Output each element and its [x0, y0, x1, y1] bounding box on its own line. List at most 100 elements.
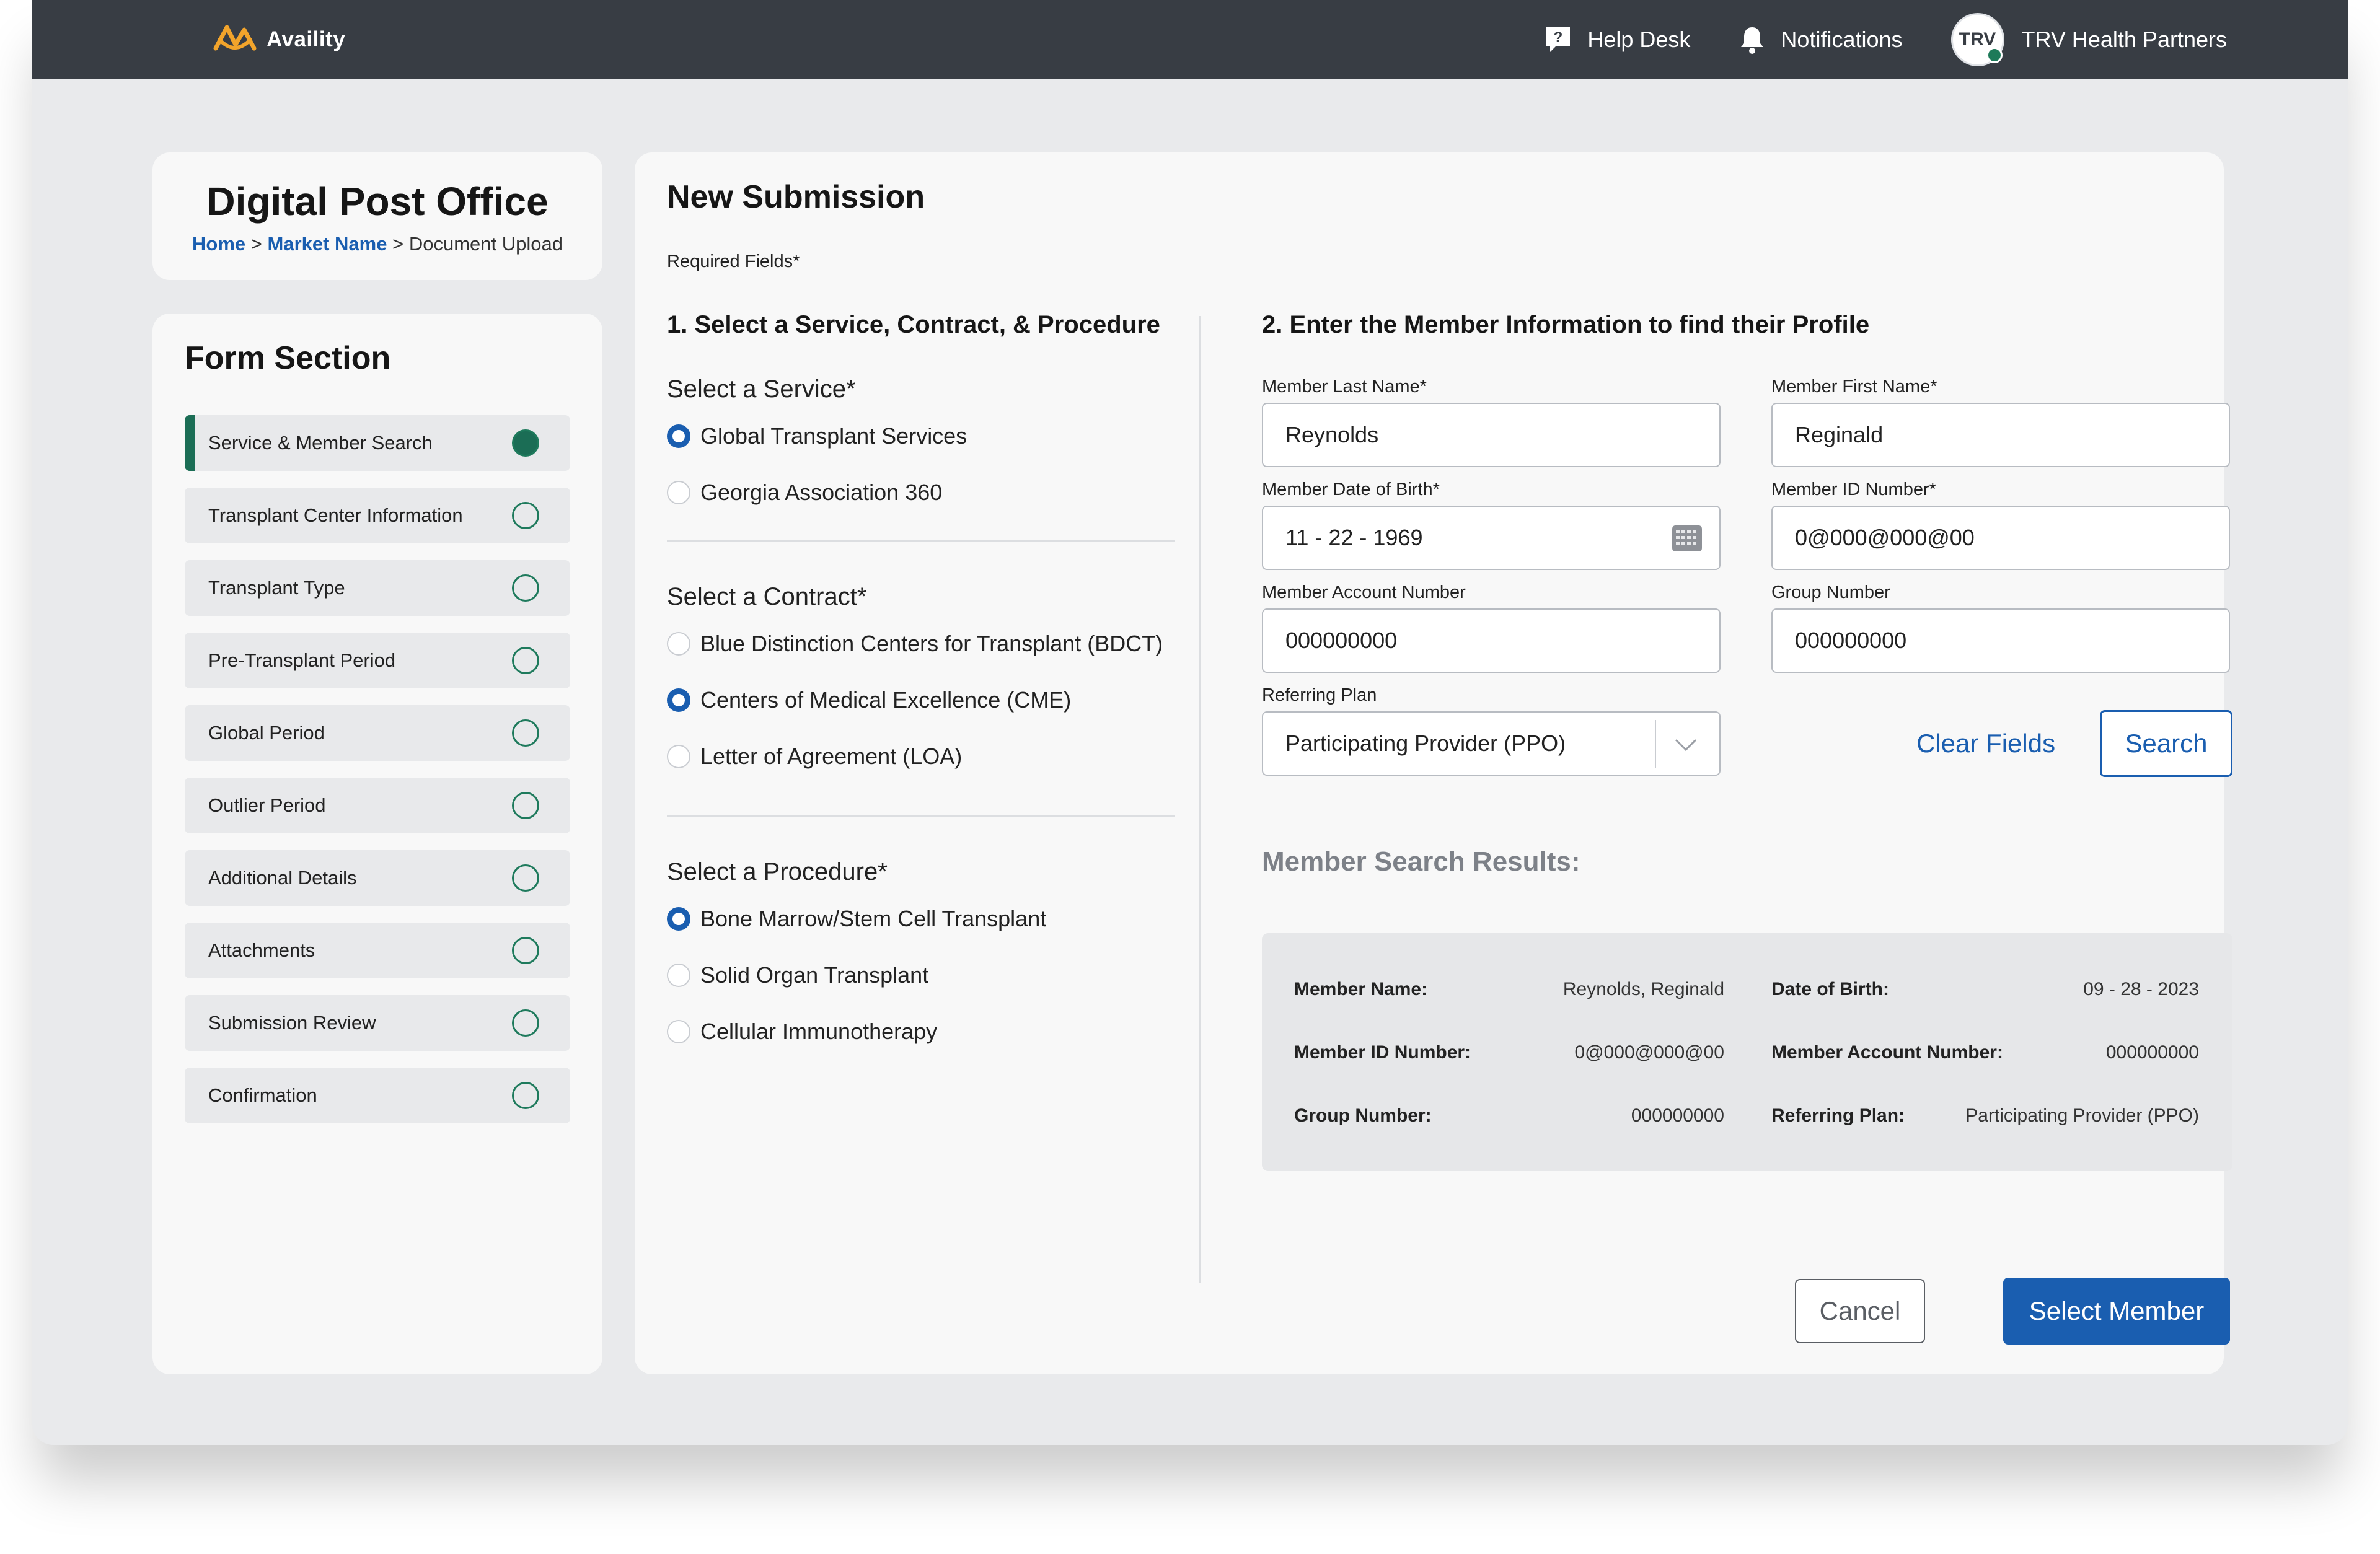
step-label: Pre-Transplant Period [208, 649, 396, 671]
availity-logo-icon [213, 25, 257, 51]
breadcrumb-home[interactable]: Home [192, 233, 245, 255]
step-complete-indicator [512, 429, 539, 457]
step-status-indicator [512, 1009, 539, 1037]
radio-button[interactable] [667, 744, 690, 768]
account-number-value: 000000000 [1285, 628, 1398, 653]
step-label: Outlier Period [208, 794, 326, 816]
help-icon: ? [1544, 25, 1572, 55]
breadcrumb-current: Document Upload [408, 233, 563, 255]
select-member-button[interactable]: Select Member [2003, 1278, 2230, 1345]
radio-button[interactable] [667, 963, 690, 987]
service-option-global-transplant[interactable]: Global Transplant Services [667, 408, 1175, 464]
service-group-title: Select a Service* [667, 375, 856, 403]
section-divider [667, 540, 1175, 542]
brand-name: Availity [267, 27, 346, 51]
first-name-input[interactable]: Reginald [1771, 403, 2230, 467]
radio-button-selected[interactable] [667, 424, 690, 448]
step-outlier-period[interactable]: Outlier Period [185, 778, 570, 833]
option-label: Bone Marrow/Stem Cell Transplant [700, 905, 1047, 931]
select-divider [1655, 720, 1656, 768]
radio-button[interactable] [667, 480, 690, 504]
breadcrumb-separator: > [392, 233, 404, 255]
new-submission-panel: New Submission Required Fields* 1. Selec… [635, 152, 2232, 1374]
step-global-period[interactable]: Global Period [185, 705, 570, 761]
radio-button[interactable] [667, 631, 690, 656]
contract-option-loa[interactable]: Letter of Agreement (LOA) [667, 728, 1175, 784]
step-attachments[interactable]: Attachments [185, 923, 570, 978]
calendar-icon[interactable] [1672, 525, 1702, 557]
chevron-down-icon[interactable] [1673, 734, 1698, 762]
section-divider [667, 815, 1175, 817]
option-label: Centers of Medical Excellence (CME) [700, 687, 1072, 713]
clear-fields-button[interactable]: Clear Fields [1916, 729, 2055, 758]
bell-icon [1739, 25, 1766, 55]
account-number-input[interactable]: 000000000 [1262, 608, 1721, 673]
top-nav-bar: Availity ? Help Desk Notifications TRV T… [32, 0, 2348, 79]
result-plan-label: Referring Plan: [1771, 1105, 1905, 1126]
result-dob-label: Date of Birth: [1771, 979, 1889, 999]
cancel-button[interactable]: Cancel [1795, 1279, 1925, 1343]
member-id-input[interactable]: 0@000@000@00 [1771, 506, 2230, 570]
account-menu[interactable]: TRV TRV Health Partners [1950, 13, 2227, 66]
step-status-indicator [512, 574, 539, 602]
result-dob-value: 09 - 28 - 2023 [2083, 979, 2199, 999]
procedure-option-cellular-immunotherapy[interactable]: Cellular Immunotherapy [667, 1003, 1175, 1060]
avatar: TRV [1950, 13, 2004, 66]
first-name-label: Member First Name* [1771, 377, 1937, 397]
section-1-heading: 1. Select a Service, Contract, & Procedu… [667, 311, 1160, 338]
search-results-card[interactable]: Member Name: Reynolds, Reginald Date of … [1262, 933, 2232, 1171]
organization-name: TRV Health Partners [2021, 27, 2227, 52]
step-label: Global Period [208, 722, 325, 744]
step-list: Service & Member Search Transplant Cente… [185, 415, 570, 1140]
option-label: Letter of Agreement (LOA) [700, 743, 963, 769]
radio-button[interactable] [667, 1019, 690, 1043]
sidebar-title: Form Section [185, 340, 391, 376]
dob-input[interactable]: 11 - 22 - 1969 [1262, 506, 1721, 570]
notifications-link[interactable]: Notifications [1739, 25, 1903, 55]
step-label: Confirmation [208, 1084, 317, 1106]
section-2-heading: 2. Enter the Member Information to find … [1262, 311, 1870, 338]
radio-button-selected[interactable] [667, 906, 690, 931]
result-plan-value: Participating Provider (PPO) [1965, 1105, 2199, 1126]
contract-option-cme[interactable]: Centers of Medical Excellence (CME) [667, 672, 1175, 728]
contract-group-title: Select a Contract* [667, 583, 867, 610]
step-status-indicator [512, 647, 539, 674]
brand-logo[interactable]: Availity [212, 21, 345, 58]
step-confirmation[interactable]: Confirmation [185, 1068, 570, 1123]
referring-plan-select[interactable]: Participating Provider (PPO) [1262, 711, 1721, 776]
step-label: Transplant Type [208, 577, 345, 599]
main-title: New Submission [667, 179, 925, 215]
help-desk-link[interactable]: ? Help Desk [1544, 25, 1690, 55]
search-button[interactable]: Search [2100, 710, 2232, 777]
step-submission-review[interactable]: Submission Review [185, 995, 570, 1051]
step-additional-details[interactable]: Additional Details [185, 850, 570, 906]
contract-option-bdct[interactable]: Blue Distinction Centers for Transplant … [667, 615, 1175, 672]
procedure-option-solid-organ[interactable]: Solid Organ Transplant [667, 947, 1175, 1003]
step-transplant-type[interactable]: Transplant Type [185, 560, 570, 616]
option-label: Solid Organ Transplant [700, 962, 929, 988]
service-contract-procedure-section: 1. Select a Service, Contract, & Procedu… [667, 311, 1175, 1060]
procedure-option-bone-marrow[interactable]: Bone Marrow/Stem Cell Transplant [667, 890, 1175, 947]
option-label: Cellular Immunotherapy [700, 1018, 938, 1044]
last-name-input[interactable]: Reynolds [1262, 403, 1721, 467]
result-group-label: Group Number: [1294, 1105, 1432, 1126]
svg-text:?: ? [1554, 29, 1563, 46]
avatar-initials: TRV [1959, 29, 1996, 50]
step-transplant-center-information[interactable]: Transplant Center Information [185, 488, 570, 543]
result-member-id-value: 0@000@000@00 [1574, 1042, 1724, 1063]
form-section-sidebar: Form Section Service & Member Search Tra… [152, 314, 602, 1374]
page-title: Digital Post Office [206, 179, 549, 224]
step-label: Additional Details [208, 867, 357, 889]
step-pre-transplant-period[interactable]: Pre-Transplant Period [185, 633, 570, 688]
notifications-label: Notifications [1781, 27, 1903, 52]
online-status-dot [1986, 47, 2003, 63]
step-service-member-search[interactable]: Service & Member Search [185, 415, 570, 471]
group-number-input[interactable]: 000000000 [1771, 608, 2230, 673]
referring-plan-value: Participating Provider (PPO) [1285, 731, 1566, 756]
result-member-id-label: Member ID Number: [1294, 1042, 1471, 1063]
breadcrumb-market[interactable]: Market Name [268, 233, 387, 255]
radio-button-selected[interactable] [667, 688, 690, 712]
member-name-value: Reynolds, Reginald [1562, 979, 1724, 999]
step-label: Service & Member Search [208, 432, 433, 454]
service-option-georgia-association[interactable]: Georgia Association 360 [667, 464, 1175, 520]
